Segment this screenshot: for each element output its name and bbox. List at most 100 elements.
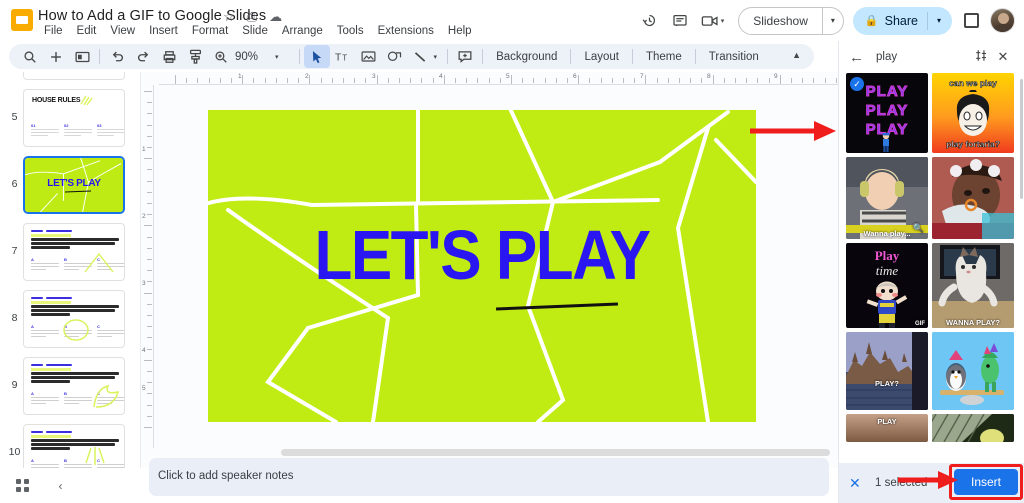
share-caret-icon[interactable]: ▾ bbox=[928, 16, 950, 25]
slide-thumbnail-6-active[interactable]: LET'S PLAY bbox=[23, 156, 125, 214]
filter-settings-icon[interactable] bbox=[970, 49, 992, 65]
slideshow-button[interactable]: Slideshow ▾ bbox=[738, 7, 844, 35]
slideshow-caret-icon[interactable]: ▾ bbox=[823, 16, 843, 25]
slide-canvas[interactable]: LET'S PLAY bbox=[208, 110, 756, 422]
menu-insert[interactable]: Insert bbox=[142, 23, 185, 39]
zoom-level[interactable]: 90% bbox=[234, 51, 261, 63]
star-icon[interactable]: ☆ bbox=[223, 10, 235, 23]
grid-view-icon[interactable] bbox=[16, 479, 29, 492]
thumb-paragraph bbox=[31, 439, 119, 452]
search-icon[interactable] bbox=[17, 45, 43, 68]
gif-result-1[interactable]: PLAY PLAY PLAY ✓ bbox=[846, 73, 928, 153]
slide-number: 9 bbox=[6, 357, 23, 391]
menu-edit[interactable]: Edit bbox=[70, 23, 104, 39]
theme-button[interactable]: Theme bbox=[637, 51, 691, 63]
gif-result-2[interactable]: can we play play fortaria? bbox=[932, 73, 1014, 153]
list-item[interactable]: 9 A B C bbox=[0, 357, 140, 415]
add-comment-icon[interactable] bbox=[452, 45, 478, 68]
search-query-text[interactable]: play bbox=[876, 51, 970, 63]
slide-thumbnail-5[interactable]: HOUSE RULES 01 02 03 bbox=[23, 89, 125, 147]
redo-icon[interactable] bbox=[130, 45, 156, 68]
slide-thumbnail[interactable] bbox=[23, 72, 125, 80]
menu-arrange[interactable]: Arrange bbox=[275, 23, 330, 39]
move-to-folder-icon[interactable]: ⎙ bbox=[247, 10, 257, 23]
list-item[interactable]: 5 HOUSE RULES 01 02 03 bbox=[0, 89, 140, 147]
selected-check-icon: ✓ bbox=[850, 77, 864, 91]
text-box-icon[interactable]: T T bbox=[330, 45, 356, 68]
ruler-label: 9 bbox=[774, 73, 778, 80]
list-item-active[interactable]: 6 LET'S PLAY bbox=[0, 156, 140, 214]
thumb-key: B bbox=[64, 458, 92, 463]
slide-thumbnail-8[interactable]: A B C bbox=[23, 290, 125, 348]
new-slide-icon[interactable] bbox=[43, 45, 69, 68]
insert-image-icon[interactable] bbox=[356, 45, 382, 68]
slide-filmstrip[interactable]: 5 HOUSE RULES 01 02 03 6 bbox=[0, 72, 140, 468]
undo-icon[interactable] bbox=[104, 45, 130, 68]
comment-icon[interactable] bbox=[665, 6, 695, 36]
collapse-filmstrip-icon[interactable]: ‹ bbox=[59, 479, 63, 493]
meet-caret-icon[interactable]: ▾ bbox=[721, 17, 725, 25]
shape-icon[interactable] bbox=[382, 45, 408, 68]
zoom-caret-icon[interactable]: ▾ bbox=[261, 53, 295, 61]
thumb-eyebrow bbox=[31, 230, 72, 232]
background-button[interactable]: Background bbox=[487, 51, 566, 63]
present-icon[interactable] bbox=[964, 13, 979, 28]
gif-result-5[interactable]: Play time GIF bbox=[846, 243, 928, 328]
menu-extensions[interactable]: Extensions bbox=[371, 23, 441, 39]
speaker-notes-area[interactable]: Click to add speaker notes bbox=[149, 458, 829, 496]
menu-help[interactable]: Help bbox=[441, 23, 479, 39]
insert-button[interactable]: Insert bbox=[954, 469, 1018, 495]
gif-result-3[interactable]: Wanna play... 🔍 bbox=[846, 157, 928, 239]
panel-scrollbar[interactable] bbox=[1020, 79, 1023, 199]
gif-result-6[interactable]: WANNA PLAY? bbox=[932, 243, 1014, 328]
results-grid: PLAY PLAY PLAY ✓ can we play bbox=[846, 73, 1017, 442]
gif-result-8[interactable] bbox=[932, 332, 1014, 410]
character-icon bbox=[949, 90, 997, 140]
gif-caption: WANNA PLAY? bbox=[932, 318, 1014, 327]
slide-thumbnail-7[interactable]: A B C bbox=[23, 223, 125, 281]
list-item[interactable]: 10 A B C bbox=[0, 424, 140, 468]
line-icon[interactable] bbox=[408, 45, 434, 68]
menu-file[interactable]: File bbox=[37, 23, 70, 39]
layout-button[interactable]: Layout bbox=[575, 51, 628, 63]
select-cursor-icon[interactable] bbox=[304, 45, 330, 68]
close-icon[interactable]: ✕ bbox=[992, 49, 1014, 65]
account-avatar[interactable] bbox=[990, 8, 1015, 33]
gif-result-4[interactable] bbox=[932, 157, 1014, 239]
print-icon[interactable] bbox=[156, 45, 182, 68]
menu-format[interactable]: Format bbox=[185, 23, 235, 39]
horizontal-scrollbar[interactable] bbox=[281, 449, 830, 456]
paint-format-icon[interactable] bbox=[182, 45, 208, 68]
slide-canvas-area[interactable]: 1 2 3 4 5 6 7 8 9 1 2 3 4 5 bbox=[140, 72, 838, 468]
line-caret-icon[interactable]: ▾ bbox=[434, 53, 444, 61]
zoom-icon[interactable] bbox=[208, 45, 234, 68]
thumb-key: A bbox=[31, 324, 59, 329]
slide-title-text[interactable]: LET'S PLAY bbox=[208, 222, 756, 291]
list-item[interactable]: 7 A B C bbox=[0, 223, 140, 281]
slide-thumbnail-9[interactable]: A B C bbox=[23, 357, 125, 415]
menu-view[interactable]: View bbox=[103, 23, 142, 39]
gif-results-grid[interactable]: PLAY PLAY PLAY ✓ can we play bbox=[839, 73, 1024, 463]
gif-result-7[interactable]: PLAY? bbox=[846, 332, 928, 410]
thumb-key: 01 bbox=[31, 123, 59, 128]
menu-tools[interactable]: Tools bbox=[330, 23, 371, 39]
version-history-icon[interactable] bbox=[635, 6, 665, 36]
title-action-icons: ☆ ⎙ ☁ bbox=[223, 10, 282, 23]
gif-result-10[interactable] bbox=[932, 414, 1014, 442]
share-button[interactable]: 🔒 Share ▾ bbox=[853, 7, 952, 35]
clear-selection-icon[interactable]: ✕ bbox=[849, 475, 869, 492]
gif-result-9[interactable]: PLAY bbox=[846, 414, 928, 442]
transition-button[interactable]: Transition bbox=[700, 51, 768, 63]
layout-icon[interactable] bbox=[69, 45, 95, 68]
lock-icon: 🔒 bbox=[855, 14, 879, 27]
thumb-columns: A B C bbox=[31, 458, 125, 468]
menu-slide[interactable]: Slide bbox=[235, 23, 275, 39]
list-item[interactable]: 8 A B C bbox=[0, 290, 140, 348]
collapse-toolbar-icon[interactable]: ▲ bbox=[792, 50, 801, 60]
gif-search-panel[interactable]: ← play ✕ PLAY PLAY PLAY ✓ bbox=[838, 41, 1024, 503]
cloud-saved-icon[interactable]: ☁ bbox=[269, 10, 282, 23]
ruler-label: 4 bbox=[439, 73, 443, 80]
list-item[interactable] bbox=[0, 72, 140, 80]
slide-thumbnail-10[interactable]: A B C bbox=[23, 424, 125, 468]
back-arrow-icon[interactable]: ← bbox=[849, 49, 867, 66]
